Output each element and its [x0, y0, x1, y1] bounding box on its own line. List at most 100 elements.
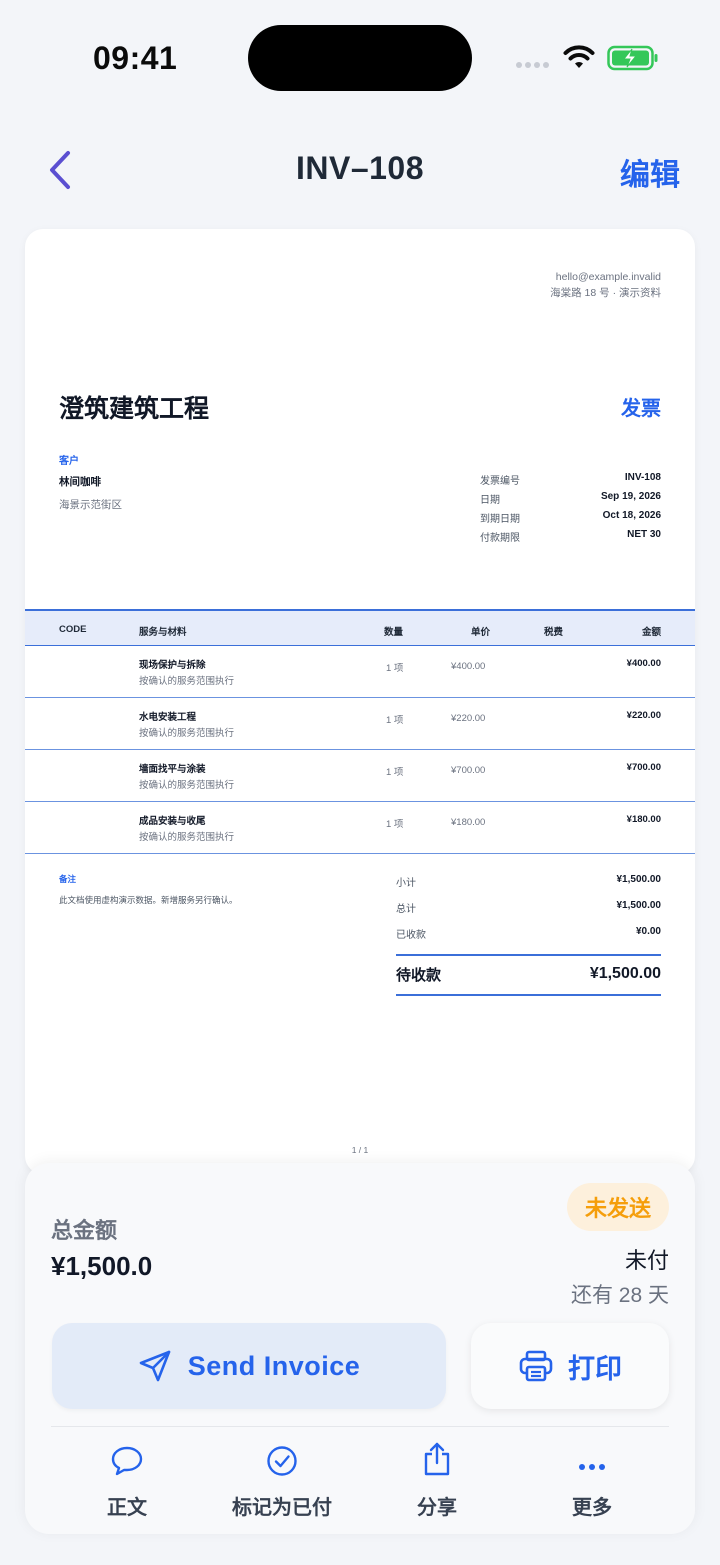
meta-label: 日期: [480, 495, 500, 506]
item-price: ¥400.00: [451, 661, 486, 672]
item-name: 水电安装工程: [139, 712, 197, 723]
meta-label: 到期日期: [480, 514, 520, 525]
item-desc: 按确认的服务范围执行: [139, 832, 235, 843]
chat-bubble-icon: [111, 1446, 143, 1476]
totals-label: 小计: [396, 878, 416, 889]
printer-icon: [519, 1350, 553, 1382]
totals-value: ¥0.00: [635, 926, 661, 937]
company-contact: hello@example.invalid 海棠路 18 号 · 演示资料: [550, 269, 661, 301]
action-more[interactable]: 更多: [517, 1433, 667, 1523]
client-label: 客户: [59, 456, 79, 467]
document-type: 发票: [621, 398, 661, 420]
wifi-icon: [563, 45, 595, 68]
totals-label: 已收款: [396, 930, 426, 941]
table-header: CODE 服务与材料 数量 单价 税费 金额: [25, 609, 695, 646]
meta-row: 到期日期 Oct 18, 2026: [480, 510, 661, 529]
action-label: 更多: [572, 1497, 612, 1519]
item-amount: ¥180.00: [626, 814, 661, 825]
balance-due: 待收款 ¥1,500.00: [396, 954, 661, 996]
balance-value: ¥1,500.00: [589, 965, 661, 982]
nav-bar: INV–108 编辑: [0, 130, 720, 210]
meta-value: Sep 19, 2026: [600, 491, 661, 502]
days-remaining: 还有 28 天: [570, 1284, 669, 1307]
meta-value: INV-108: [624, 472, 661, 483]
meta-row: 发票编号 INV-108: [480, 472, 661, 491]
header-tax: 税费: [544, 627, 564, 638]
page-title: INV–108: [295, 150, 425, 186]
share-icon: [424, 1442, 450, 1476]
company-name: 澄筑建筑工程: [59, 395, 210, 423]
item-qty: 1 项: [386, 767, 404, 778]
send-invoice-label: Send Invoice: [187, 1350, 361, 1381]
item-price: ¥220.00: [451, 713, 486, 724]
table-row: 墙面找平与涂装 按确认的服务范围执行 1 项 ¥700.00 ¥700.00: [25, 750, 695, 802]
header-price: 单价: [471, 627, 491, 638]
totals-value: ¥1,500.00: [616, 874, 662, 885]
invoice-meta: 发票编号 INV-108 日期 Sep 19, 2026 到期日期 Oct 18, 2…: [480, 472, 661, 548]
invoice-preview[interactable]: hello@example.invalid 海棠路 18 号 · 演示资料 澄筑…: [25, 229, 695, 1174]
status-bar: 09:41: [0, 0, 720, 120]
meta-label: 付款期限: [480, 533, 520, 544]
item-name: 现场保护与拆除: [139, 660, 206, 671]
status-time: 09:41: [93, 40, 178, 76]
totals-row: 小计 ¥1,500.00: [396, 874, 661, 900]
header-code: CODE: [59, 624, 87, 635]
client-name: 林间咖啡: [59, 476, 101, 488]
meta-value: Oct 18, 2026: [602, 510, 661, 521]
totals: 小计 ¥1,500.00 总计 ¥1,500.00 已收款 ¥0.00: [396, 874, 661, 952]
header-item: 服务与材料: [139, 627, 187, 638]
balance-label: 待收款: [396, 966, 442, 984]
total-label: 总金额: [51, 1218, 118, 1243]
client-address: 海景示范街区: [59, 499, 122, 511]
item-qty: 1 项: [386, 663, 404, 674]
print-button[interactable]: 打印: [471, 1323, 669, 1409]
more-icon: [579, 1464, 605, 1470]
send-invoice-button[interactable]: Send Invoice: [52, 1323, 446, 1409]
company-address: 海棠路 18 号 · 演示资料: [550, 287, 661, 299]
dynamic-island: [248, 25, 472, 91]
cellular-signal-icon: [516, 62, 549, 68]
item-amount: ¥220.00: [626, 710, 661, 721]
print-label: 打印: [568, 1353, 622, 1384]
totals-row: 已收款 ¥0.00: [396, 926, 661, 952]
item-name: 墙面找平与涂装: [139, 764, 206, 775]
meta-row: 付款期限 NET 30: [480, 529, 661, 548]
table-row: 水电安装工程 按确认的服务范围执行 1 项 ¥220.00 ¥220.00: [25, 698, 695, 750]
total-amount: ¥1,500.0: [51, 1251, 153, 1281]
totals-value: ¥1,500.00: [616, 900, 662, 911]
item-price: ¥180.00: [451, 817, 486, 828]
battery-charging-icon: [607, 45, 658, 71]
divider: [51, 1426, 669, 1427]
item-desc: 按确认的服务范围执行: [139, 780, 235, 791]
item-qty: 1 项: [386, 819, 404, 830]
item-price: ¥700.00: [451, 765, 486, 776]
action-bar: 正文 标记为已付 分享 更多: [25, 1433, 695, 1523]
action-mark-paid[interactable]: 标记为已付: [207, 1433, 357, 1523]
header-amount: 金额: [641, 627, 661, 638]
action-share[interactable]: 分享: [362, 1433, 512, 1523]
edit-button[interactable]: 编辑: [620, 150, 680, 194]
item-desc: 按确认的服务范围执行: [139, 728, 235, 739]
table-row: 现场保护与拆除 按确认的服务范围执行 1 项 ¥400.00 ¥400.00: [25, 646, 695, 698]
check-circle-icon: [267, 1446, 297, 1476]
item-amount: ¥700.00: [626, 762, 661, 773]
company-email: hello@example.invalid: [555, 271, 661, 283]
meta-label: 发票编号: [480, 476, 520, 487]
notes-label: 备注: [59, 874, 77, 884]
item-qty: 1 项: [386, 715, 404, 726]
action-label: 分享: [417, 1497, 457, 1519]
payment-status: 未付: [624, 1248, 669, 1273]
status-badge: 未发送: [566, 1183, 669, 1231]
item-desc: 按确认的服务范围执行: [139, 676, 235, 687]
item-name: 成品安装与收尾: [139, 816, 206, 827]
action-body-text[interactable]: 正文: [52, 1433, 202, 1523]
totals-row: 总计 ¥1,500.00: [396, 900, 661, 926]
action-label: 标记为已付: [232, 1497, 332, 1519]
totals-label: 总计: [396, 904, 416, 915]
meta-row: 日期 Sep 19, 2026: [480, 491, 661, 510]
page-number: 1 / 1: [351, 1145, 369, 1155]
bottom-sheet: 总金额 ¥1,500.0 未发送 未付 还有 28 天 Send Invoice…: [25, 1163, 695, 1534]
action-label: 正文: [107, 1497, 147, 1519]
table-row: 成品安装与收尾 按确认的服务范围执行 1 项 ¥180.00 ¥180.00: [25, 802, 695, 854]
notes-text: 此文档使用虚构演示数据。新增服务另行确认。: [59, 895, 238, 905]
